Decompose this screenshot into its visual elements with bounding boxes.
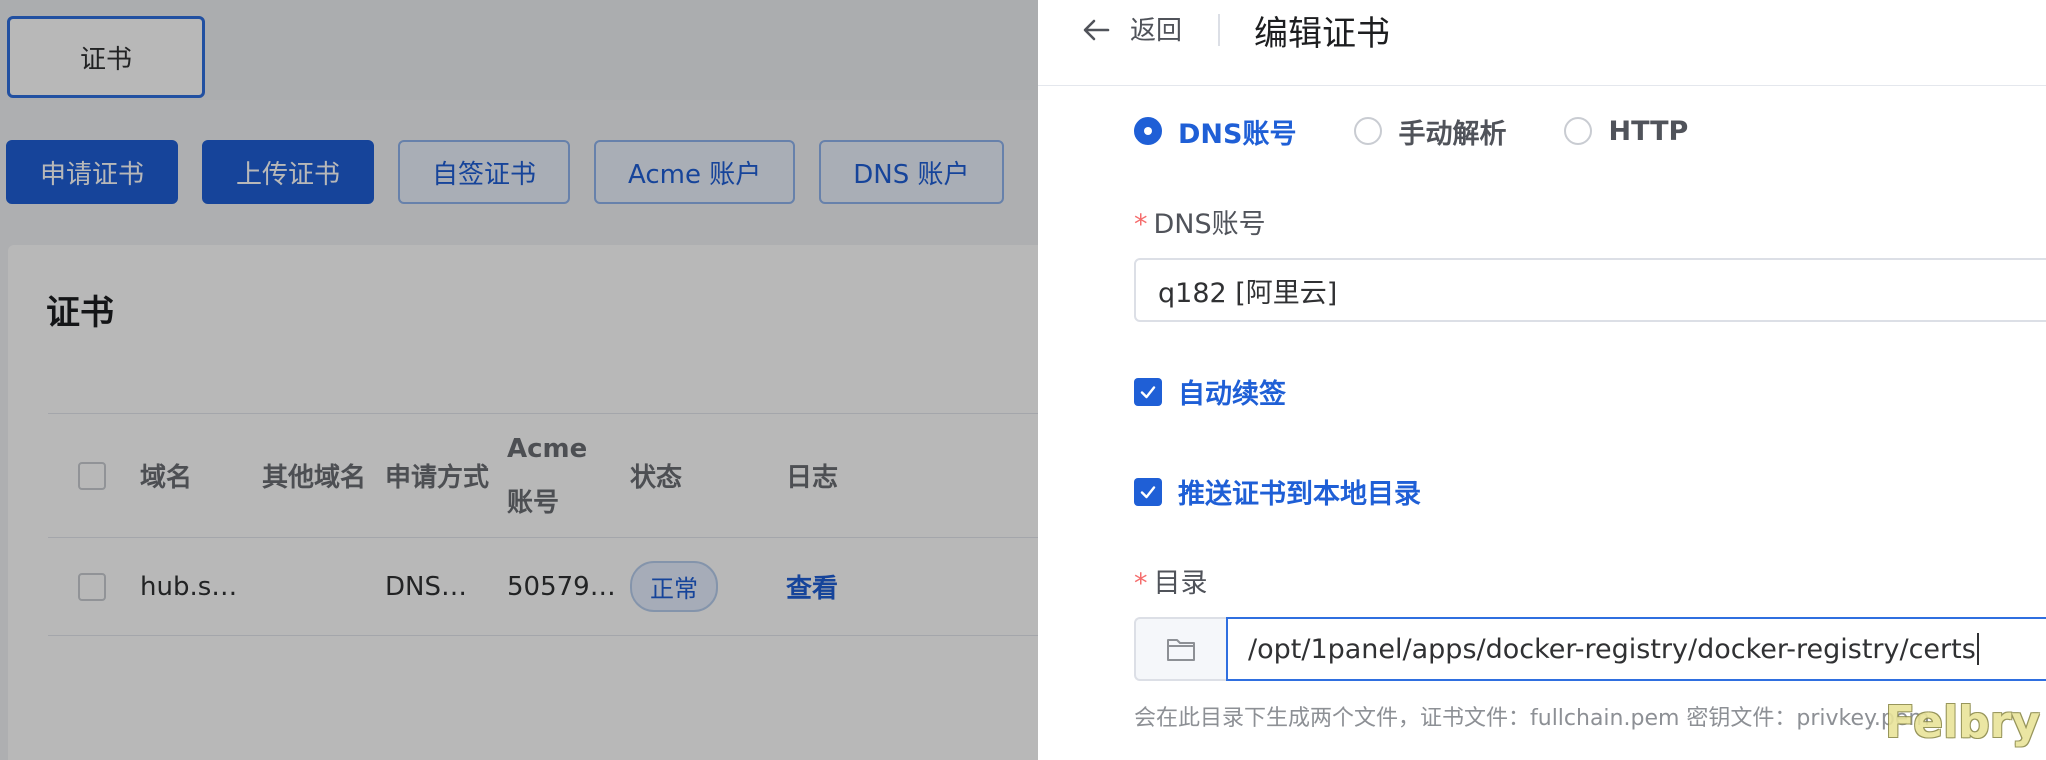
radio-http-label: HTTP bbox=[1608, 115, 1689, 147]
radio-dot-icon bbox=[1564, 117, 1593, 145]
push-to-local-dir-checkbox[interactable]: 推送证书到本地目录 bbox=[1134, 472, 1421, 511]
back-arrow-icon[interactable] bbox=[1080, 14, 1112, 46]
radio-manual-resolve-label: 手动解析 bbox=[1398, 118, 1507, 150]
radio-manual-resolve[interactable]: 手动解析 bbox=[1354, 112, 1506, 151]
push-to-local-dir-label: 推送证书到本地目录 bbox=[1178, 479, 1421, 510]
drawer-header: 返回 编辑证书 bbox=[1038, 0, 2046, 86]
directory-hint: 会在此目录下生成两个文件，证书文件：fullchain.pem 密钥文件：pri… bbox=[1134, 706, 1930, 731]
radio-dot-icon bbox=[1134, 117, 1162, 145]
required-mark: * bbox=[1134, 568, 1148, 599]
required-mark: * bbox=[1134, 209, 1148, 240]
verify-method-radio-group: DNS账号 手动解析 HTTP bbox=[1134, 112, 1746, 150]
dns-account-select-value: q182 [阿里云] bbox=[1158, 277, 1338, 309]
folder-icon bbox=[1167, 639, 1195, 661]
dns-account-label-text: DNS账号 bbox=[1153, 209, 1266, 240]
dns-account-select[interactable]: q182 [阿里云] bbox=[1134, 258, 2046, 322]
auto-renew-checkbox[interactable]: 自动续签 bbox=[1134, 372, 1286, 411]
directory-input-value: /opt/1panel/apps/docker-registry/docker-… bbox=[1248, 633, 1976, 665]
header-divider bbox=[1218, 14, 1220, 46]
checkbox-checked-icon bbox=[1134, 477, 1162, 506]
auto-renew-label: 自动续签 bbox=[1178, 379, 1286, 410]
text-caret bbox=[1976, 633, 1979, 665]
checkmark-icon bbox=[1140, 385, 1156, 398]
directory-input-group: /opt/1panel/apps/docker-registry/docker-… bbox=[1134, 617, 2046, 681]
watermark-text: Felbry bbox=[1885, 697, 2041, 748]
directory-label: * 目录 bbox=[1134, 561, 1208, 600]
directory-label-text: 目录 bbox=[1153, 568, 1208, 599]
dns-account-label: * DNS账号 bbox=[1134, 202, 1266, 241]
radio-dns-account[interactable]: DNS账号 bbox=[1134, 112, 1296, 151]
folder-picker-button[interactable] bbox=[1134, 617, 1226, 681]
radio-dns-account-label: DNS账号 bbox=[1178, 118, 1297, 150]
edit-certificate-drawer: 返回 编辑证书 DNS账号 手动解析 HTTP * DNS账号 q182 [阿里云… bbox=[1038, 0, 2046, 760]
directory-input[interactable]: /opt/1panel/apps/docker-registry/docker-… bbox=[1226, 617, 2046, 681]
checkmark-icon bbox=[1140, 485, 1156, 498]
back-button[interactable]: 返回 bbox=[1130, 10, 1182, 47]
checkbox-checked-icon bbox=[1134, 377, 1162, 406]
drawer-title: 编辑证书 bbox=[1254, 14, 1390, 54]
radio-http[interactable]: HTTP bbox=[1564, 116, 1688, 147]
radio-dot-icon bbox=[1354, 117, 1383, 145]
